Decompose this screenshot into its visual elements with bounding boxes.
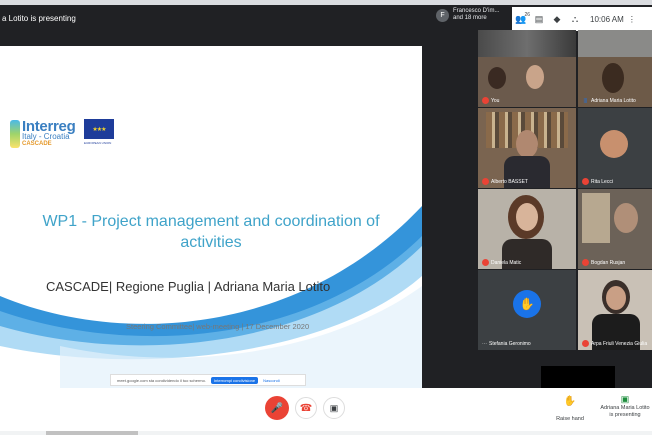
participants-summary: Francesco D'im... and 18 more	[453, 8, 500, 22]
person-shape	[488, 67, 506, 89]
slide-title: WP1 - Project management and coordinatio…	[42, 213, 380, 251]
participants-name: Francesco D'im...	[453, 8, 500, 14]
participant-tile[interactable]	[541, 366, 615, 388]
present-screen-icon: ▣	[620, 394, 630, 404]
participant-tile[interactable]	[578, 30, 652, 57]
mic-off-icon	[582, 259, 589, 266]
people-icon[interactable]: 👥 26	[512, 12, 530, 25]
meeting-bottom-bar: 🎤 ☎ ▣ ✋ Raise hand ▣ Adriana Maria Lotit…	[0, 388, 652, 431]
person-shape	[516, 130, 538, 158]
participant-name: You	[482, 97, 499, 104]
screen-share-notice: meet.google.com sta condividendo il tuo …	[110, 374, 306, 386]
interreg-program: Italy - Croatia	[22, 132, 70, 141]
share-notice-text: meet.google.com sta condividendo il tuo …	[117, 377, 206, 383]
participant-name: Rita Lecci	[582, 178, 613, 185]
participant-tile[interactable]: ✋ ⋯ Stefania Geronimo	[478, 270, 576, 350]
presentation-slide: Interreg Italy - Croatia CASCADE ★★★ EUR…	[0, 46, 422, 388]
participant-name: Bogdan Rusjan	[582, 259, 625, 266]
person-shape	[516, 203, 538, 231]
mic-off-icon	[582, 178, 589, 185]
participant-name: ⋯ Stefania Geronimo	[482, 341, 531, 347]
chat-icon[interactable]: ▤	[530, 14, 548, 25]
presenting-label: a Lotito is presenting	[2, 14, 76, 23]
cascade-project-logo: CASCADE	[22, 141, 52, 147]
participant-tile[interactable]: Alberto BASSET	[478, 108, 576, 188]
participants-more: and 18 more	[453, 15, 487, 21]
avatar	[600, 130, 628, 158]
participants-chip[interactable]: F Francesco D'im... and 18 more	[436, 8, 500, 22]
presenter-status: is presenting	[609, 411, 641, 418]
person-shape	[602, 63, 624, 93]
participant-tile[interactable]: Bogdan Rusjan	[578, 189, 652, 269]
presentation-side-margin	[422, 46, 478, 388]
more-options-icon[interactable]: ⋯	[482, 341, 487, 347]
mic-active-icon: |||	[583, 97, 588, 104]
window-shape	[582, 193, 610, 243]
avatar: F	[436, 8, 449, 22]
camera-toggle-button[interactable]: ▣	[323, 397, 345, 419]
horizontal-scrollbar[interactable]	[0, 431, 652, 435]
participant-tile[interactable]: ||| Adriana Maria Lotito	[578, 57, 652, 107]
hide-notice-link[interactable]: Nascondi	[263, 378, 280, 383]
person-shape	[614, 203, 638, 233]
slide-subtitle: CASCADE| Regione Puglia | Adriana Maria …	[46, 279, 331, 294]
stop-sharing-button[interactable]: Interrompi condivisione	[210, 376, 259, 384]
activities-icon[interactable]: ◆	[548, 14, 566, 25]
background-frames	[478, 30, 576, 57]
participant-name: Daniela Matic	[482, 259, 521, 266]
presenter-name: Adriana Maria Lotito	[600, 405, 650, 411]
more-options-icon[interactable]: ⋮	[628, 15, 636, 24]
tile-overlay-controls	[506, 303, 548, 306]
mic-off-icon	[582, 340, 589, 347]
interreg-logo-mark	[10, 120, 20, 148]
participant-tile[interactable]: Arpa Friuli Venezia Giulia	[578, 270, 652, 350]
mic-off-icon	[482, 259, 489, 266]
person-shape	[606, 286, 626, 310]
participant-name: Alberto BASSET	[482, 178, 528, 185]
participant-tile[interactable]: Rita Lecci	[578, 108, 652, 188]
hand-icon: ✋	[563, 396, 577, 407]
scrollbar-thumb[interactable]	[46, 431, 138, 435]
presenter-status-button[interactable]: ▣ Adriana Maria Lotito is presenting	[598, 394, 652, 418]
leave-call-button[interactable]: ☎	[295, 397, 317, 419]
hang-up-icon: ☎	[299, 402, 313, 414]
participant-name: ||| Adriana Maria Lotito	[583, 97, 636, 104]
mic-off-icon	[482, 97, 489, 104]
microphone-toggle-button[interactable]: 🎤	[265, 396, 289, 420]
mic-off-icon: 🎤	[270, 402, 284, 414]
participant-name: Arpa Friuli Venezia Giulia	[582, 340, 647, 347]
clock-time: 10:06 AM	[590, 14, 624, 24]
camera-icon: ▣	[329, 402, 339, 413]
eu-label: EUROPEAN UNION	[84, 141, 112, 145]
raise-hand-button[interactable]: ✋ Raise hand	[552, 396, 588, 425]
slide-meta: Steering Committee| web-meeting | 17 Dec…	[126, 322, 310, 331]
raise-hand-label: Raise hand	[556, 416, 584, 422]
shield-icon[interactable]: ⛬	[566, 14, 584, 25]
participant-tile[interactable]	[478, 30, 576, 57]
meeting-controls-top-right: 👥 26 ▤ ◆ ⛬ 10:06 AM ⋮	[512, 7, 652, 31]
participant-tile[interactable]: You	[478, 57, 576, 107]
eu-flag-icon: ★★★	[84, 119, 114, 139]
mic-off-icon	[482, 178, 489, 185]
participant-tile[interactable]: Daniela Matic	[478, 189, 576, 269]
person-shape	[526, 65, 544, 89]
